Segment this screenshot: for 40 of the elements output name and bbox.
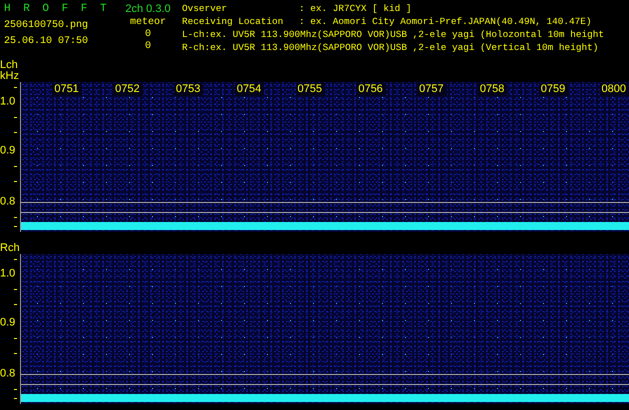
time-label: 0759 — [538, 83, 568, 96]
tick-mark — [14, 353, 17, 354]
time-label: 0800 — [600, 83, 629, 96]
field-label: Receiving Location — [182, 15, 284, 28]
tick-mark — [14, 217, 17, 218]
tick-mark — [14, 181, 17, 182]
field-label: Ovserver — [182, 2, 228, 15]
channel-note: R-ch:ex. UV5R 113.900Mhz(SAPPORO VOR)USB ,2-ele yagi (Vertical 10m height) — [182, 41, 600, 54]
version-label: 2ch 0.3.0 — [125, 2, 171, 16]
field-value: : ex. Aomori City Aomori-Pref.JAPAN(40.49N, 140.47E) — [299, 15, 592, 28]
channel-label: Rch — [0, 243, 21, 254]
date-time: 25.06.10 07:50 — [4, 35, 88, 48]
tick-mark — [14, 389, 17, 390]
tick-mark — [14, 398, 17, 399]
frequency-label: 1.0 — [0, 267, 16, 280]
time-label: 0757 — [417, 83, 447, 96]
channel-note: L-ch:ex. UV5R 113.900Mhz(SAPPORO VOR)USB ,2-ele yagi (Holozontal 10m height — [182, 28, 605, 41]
app-title: H R O F F T — [4, 2, 110, 16]
time-label: 0754 — [234, 83, 264, 96]
frequency-label: 0.8 — [0, 368, 16, 380]
tick-mark — [14, 166, 17, 167]
meteor-count: 0 — [144, 29, 151, 41]
field-value: : ex. JR7CYX [ kid ] — [299, 2, 412, 15]
file-name: 2506100750.png — [4, 19, 88, 32]
time-label: 0753 — [174, 83, 204, 96]
time-label: 0752 — [113, 83, 143, 96]
time-label: 0756 — [356, 83, 386, 96]
meteor-count: 0 — [144, 41, 151, 53]
tick-mark — [14, 226, 17, 227]
frequency-label: 0.9 — [0, 316, 16, 330]
tick-mark — [14, 338, 17, 339]
time-label: 0755 — [296, 83, 325, 96]
frequency-label: 0.9 — [0, 144, 16, 158]
channel-label: Lch — [0, 60, 19, 71]
meteor-label: meteor — [130, 16, 166, 29]
time-label: 0751 — [52, 83, 82, 96]
frequency-label: 1.0 — [0, 95, 16, 108]
frequency-label: 0.8 — [0, 196, 16, 208]
unit-label: kHz — [0, 71, 20, 82]
time-label: 0758 — [478, 83, 508, 96]
